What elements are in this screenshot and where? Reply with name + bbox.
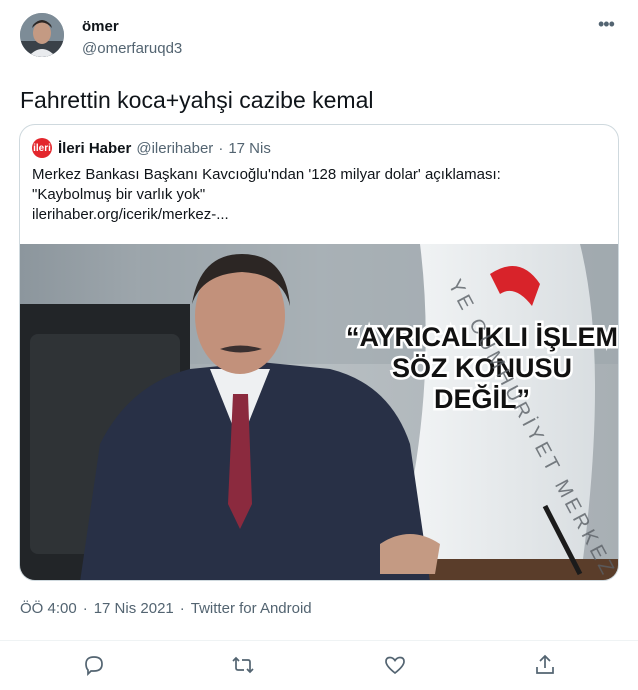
tweet-meta: ÖÖ 4:00 · 17 Nis 2021 · Twitter for Andr… bbox=[20, 600, 312, 617]
tweet-time[interactable]: ÖÖ 4:00 bbox=[20, 600, 77, 617]
tweet-source[interactable]: Twitter for Android bbox=[191, 600, 312, 617]
quoted-text-line: Merkez Bankası Başkanı Kavcıoğlu'ndan '1… bbox=[32, 166, 501, 183]
quoted-date: 17 Nis bbox=[228, 139, 271, 157]
retweet-button[interactable] bbox=[231, 653, 255, 677]
author-handle[interactable]: @omerfaruqd3 bbox=[82, 40, 182, 57]
quoted-tweet-text: Merkez Bankası Başkanı Kavcıoğlu'ndan '1… bbox=[32, 165, 602, 225]
tweet-text: Fahrettin koca+yahşi cazibe kemal bbox=[20, 87, 374, 113]
quoted-tweet-header: ileri İleri Haber @ilerihaber · 17 Nis bbox=[32, 137, 271, 159]
quoted-text-line: "Kaybolmuş bir varlık yok" bbox=[32, 186, 206, 203]
quoted-author-name: İleri Haber bbox=[58, 139, 132, 157]
quoted-link[interactable]: ilerihaber.org/icerik/merkez-... bbox=[32, 205, 602, 225]
retweet-icon bbox=[232, 656, 254, 674]
share-button[interactable] bbox=[533, 653, 557, 677]
reply-button[interactable] bbox=[82, 653, 106, 677]
more-options-button[interactable]: ••• bbox=[598, 14, 615, 35]
author-name[interactable]: ömer bbox=[82, 18, 119, 35]
share-icon bbox=[536, 654, 554, 674]
separator-dot: · bbox=[218, 139, 224, 157]
tweet-date[interactable]: 17 Nis 2021 bbox=[94, 600, 174, 617]
like-button[interactable] bbox=[383, 653, 407, 677]
ileri-haber-logo: ileri bbox=[32, 138, 52, 158]
like-icon bbox=[385, 656, 405, 675]
quoted-image[interactable]: “AYRICALIKLI İŞLEM SÖZ KONUSU DEĞİL” YE … bbox=[20, 244, 618, 580]
avatar[interactable] bbox=[20, 13, 64, 57]
separator-dot: · bbox=[179, 600, 185, 617]
news-photo: “AYRICALIKLI İŞLEM SÖZ KONUSU DEĞİL” YE … bbox=[20, 244, 618, 580]
separator-dot: · bbox=[82, 600, 88, 617]
quoted-tweet[interactable]: ileri İleri Haber @ilerihaber · 17 Nis M… bbox=[19, 124, 619, 581]
reply-icon bbox=[85, 656, 103, 677]
action-bar bbox=[0, 640, 638, 687]
quoted-author-handle: @ilerihaber bbox=[136, 139, 214, 157]
